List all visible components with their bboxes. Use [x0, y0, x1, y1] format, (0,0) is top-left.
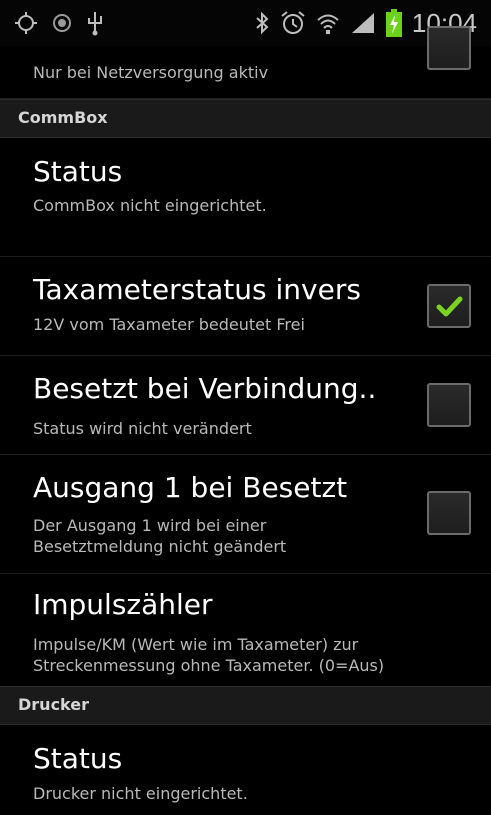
pref-item-ausgang1-bei-besetzt[interactable]: Ausgang 1 bei Besetzt Der Ausgang 1 wird… — [0, 455, 491, 574]
pref-summary: Impulse/KM (Wert wie im Taxameter) zur S… — [33, 635, 385, 675]
pref-title: Status — [33, 155, 123, 188]
pref-item-impulszaehler[interactable]: Impulszähler Impulse/KM (Wert wie im Tax… — [0, 574, 491, 686]
pref-item-commbox-status[interactable]: Status CommBox nicht eingerichtet. — [0, 138, 491, 257]
pref-summary: Drucker nicht eingerichtet. — [33, 784, 248, 803]
pref-summary: CommBox nicht eingerichtet. — [33, 196, 267, 215]
wifi-icon — [316, 11, 340, 35]
pref-item-netzversorgung[interactable]: Nur bei Netzversorgung aktiv — [0, 26, 491, 99]
alarm-icon — [280, 10, 306, 36]
usb-icon — [86, 10, 104, 36]
pref-item-taxameterstatus-invers[interactable]: Taxameterstatus invers 12V vom Taxameter… — [0, 257, 491, 356]
netzversorgung-checkbox[interactable] — [427, 26, 471, 70]
pref-summary: Nur bei Netzversorgung aktiv — [33, 63, 269, 82]
pref-item-besetzt-bei-verbindung[interactable]: Besetzt bei Verbindung.. Status wird nic… — [0, 356, 491, 455]
checkmark-icon — [436, 296, 463, 317]
pref-title: Ausgang 1 bei Besetzt — [33, 471, 348, 504]
signal-icon — [350, 11, 376, 35]
category-title: Drucker — [18, 695, 89, 714]
pref-title: Besetzt bei Verbindung.. — [33, 372, 377, 405]
besetzt-bei-verbindung-checkbox[interactable] — [427, 383, 471, 427]
gps-icon — [14, 11, 38, 35]
pref-summary: Status wird nicht verändert — [33, 419, 252, 438]
category-title: CommBox — [18, 108, 108, 127]
battery-charging-icon — [385, 9, 402, 37]
pref-title: Status — [33, 742, 123, 775]
category-header-commbox: CommBox — [0, 99, 491, 138]
category-header-drucker: Drucker — [0, 686, 491, 725]
taxameterstatus-invers-checkbox[interactable] — [427, 284, 471, 328]
pref-summary: Der Ausgang 1 wird bei einer Besetztmeld… — [33, 516, 287, 556]
ausgang1-bei-besetzt-checkbox[interactable] — [427, 491, 471, 535]
pref-item-drucker-status[interactable]: Status Drucker nicht eingerichtet. — [0, 725, 491, 815]
pref-title: Taxameterstatus invers — [33, 273, 361, 306]
status-bar: 10:04 — [0, 0, 491, 46]
nfc-icon — [52, 13, 72, 33]
pref-summary: 12V vom Taxameter bedeutet Frei — [33, 315, 305, 334]
preferences-list[interactable]: Nur bei Netzversorgung aktiv CommBox Sta… — [0, 26, 491, 815]
pref-title: Impulszähler — [33, 588, 213, 621]
bluetooth-icon — [254, 11, 270, 35]
